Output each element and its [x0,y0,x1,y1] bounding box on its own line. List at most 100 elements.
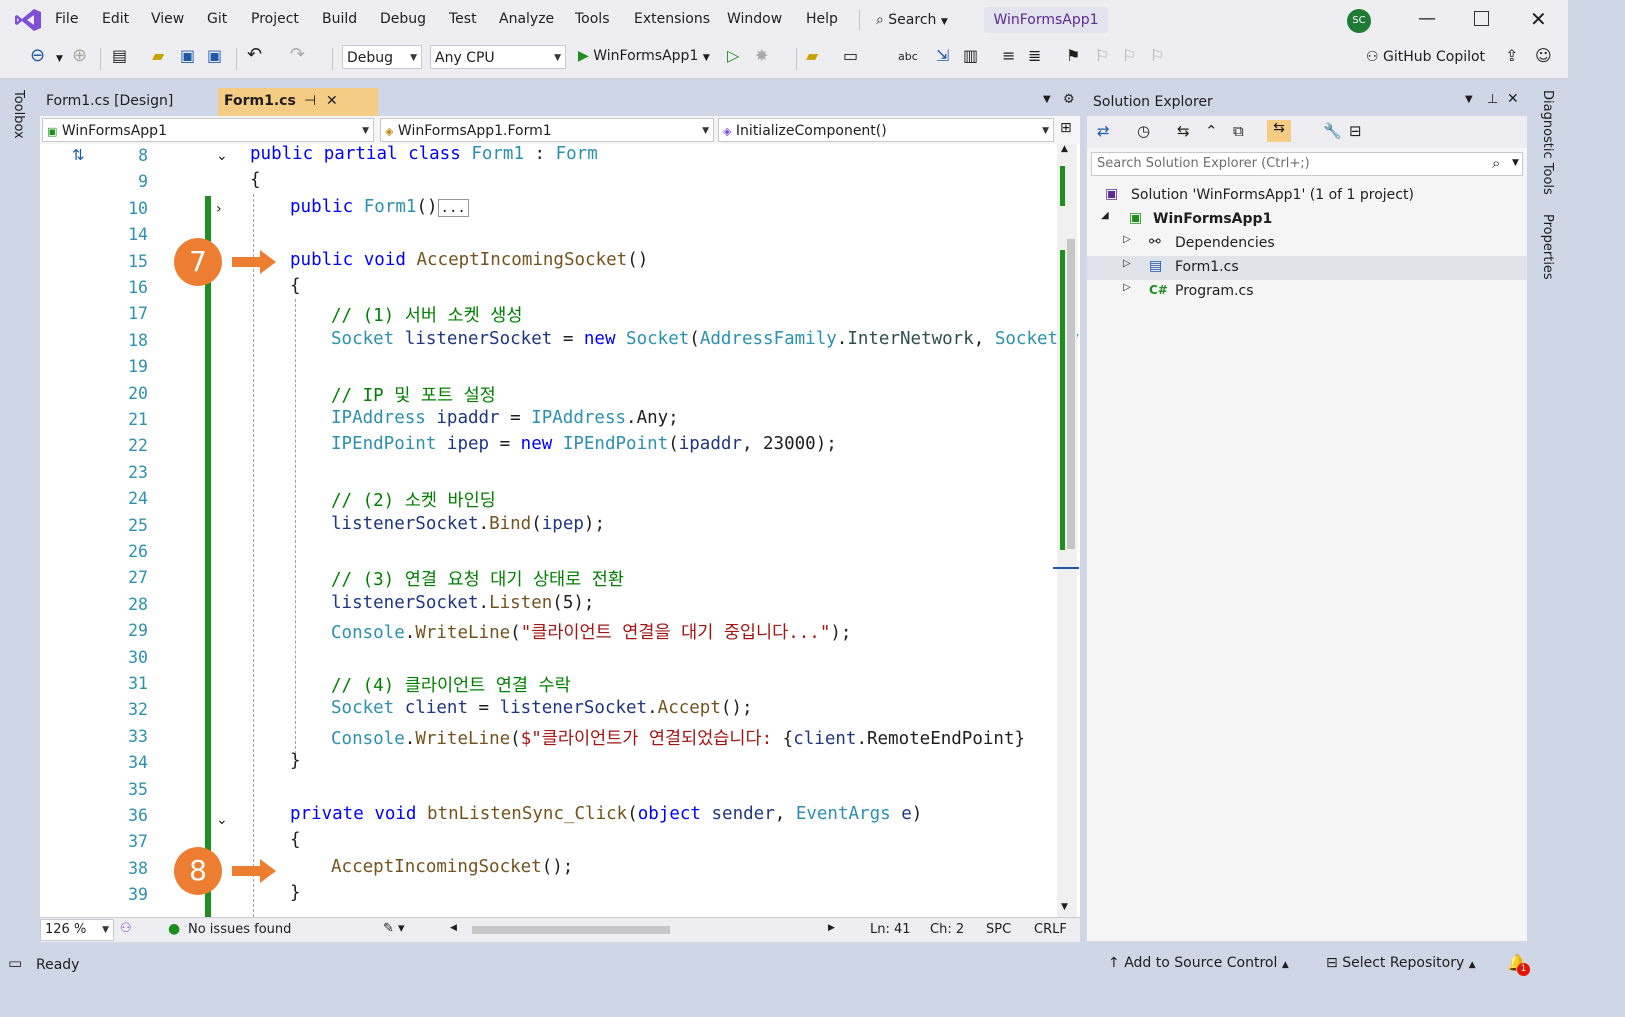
notifications-button[interactable]: 🔔 1 [1507,953,1530,976]
scroll-thumb[interactable] [1067,239,1075,549]
start-without-debugging-icon[interactable]: ▷ [727,46,739,65]
settings-gear-icon[interactable]: ⚙ [1063,92,1075,107]
menu-analyze[interactable]: Analyze [499,11,554,27]
line-indicator[interactable]: Ln: 41 [870,922,911,937]
menu-extensions[interactable]: Extensions [634,11,710,27]
menu-project[interactable]: Project [251,11,299,27]
folder-icon[interactable]: ▰ [806,46,818,65]
menu-debug[interactable]: Debug [380,11,426,27]
minimize-button[interactable]: — [1418,8,1436,29]
platform-dropdown[interactable]: Any CPU ▼ [430,45,566,69]
output-icon[interactable]: ▭ [8,954,22,972]
scroll-left-icon[interactable]: ◀ [450,923,457,933]
next-bookmark-icon[interactable]: ⚐ [1122,46,1136,65]
tab-form1-design[interactable]: Form1.cs [Design] [40,88,216,116]
sync-icon[interactable]: ⇆ [1177,122,1190,140]
pending-changes-icon[interactable]: ◷ [1137,122,1150,140]
tree-item-form1[interactable]: ▷ ▤ Form1.cs [1087,256,1527,280]
tree-item-project[interactable]: ◢ ▣ WinFormsApp1 [1087,208,1527,232]
menu-window[interactable]: Window [727,11,782,27]
pin-icon[interactable]: ⊥ [1487,92,1498,107]
collapse-icon[interactable]: ⌄ [216,148,228,164]
code-editor[interactable]: ⇅ ⌄ › ⌄ 8 public partial class Form1 : Fo… [40,144,1080,917]
solution-search-input[interactable]: Search Solution Explorer (Ctrl+;) ⌕ ▼ [1091,152,1523,176]
zoom-dropdown[interactable]: 126 % ▼ [40,919,114,941]
collapsed-arrow-icon[interactable]: ▷ [1123,258,1131,269]
forward-icon[interactable]: ⊕ [72,45,87,66]
expand-icon[interactable]: › [216,201,222,217]
chevron-down-icon[interactable]: ▼ [56,54,63,64]
tab-form1-cs[interactable]: Form1.cs ⊣ ✕ [218,88,378,116]
layout-icon[interactable]: ▭ [843,46,858,65]
bookmark-icon[interactable]: ⚑ [1066,46,1080,65]
chevron-down-icon[interactable]: ▼ [1465,94,1473,105]
new-item-icon[interactable]: ▤ [112,46,127,65]
close-tab-icon[interactable]: ✕ [326,88,338,114]
search-icon[interactable]: ⌕ [1492,154,1500,172]
code-cleanup-icon[interactable]: ✎ ▾ [383,921,405,936]
clear-bookmarks-icon[interactable]: ⚐ [1150,46,1164,65]
search-button[interactable]: ⌕ Search ▼ [876,8,948,32]
vertical-scrollbar[interactable]: ▲ ▼ [1053,144,1079,917]
save-icon[interactable]: ▣ [180,46,195,65]
tree-item-dependencies[interactable]: ▷ ⚯ Dependencies [1087,232,1527,256]
class-dropdown[interactable]: ◈ WinFormsApp1.Form1 ▼ [380,118,714,142]
track-active-icon[interactable]: ⇆ [1267,120,1291,142]
tree-item-solution[interactable]: ▣ Solution 'WinFormsApp1' (1 of 1 projec… [1087,184,1527,208]
diagnostic-tools-tab[interactable]: Diagnostic Tools [1540,90,1555,195]
maximize-button[interactable] [1474,11,1489,26]
collapse-icon[interactable]: ⌄ [216,812,228,828]
hot-reload-icon[interactable]: ✸ [755,46,768,65]
close-icon[interactable]: ✕ [1507,91,1519,107]
menu-edit[interactable]: Edit [102,11,129,27]
menu-help[interactable]: Help [806,11,838,27]
switch-views-icon[interactable]: ⇄ [1097,122,1110,140]
menu-test[interactable]: Test [449,11,477,27]
collapse-all-icon[interactable]: ⌃ [1205,122,1218,140]
select-repository-button[interactable]: ⊟ Select Repository ▲ [1326,955,1476,971]
chevron-up-icon[interactable]: ▲ [1061,144,1068,154]
redo-icon[interactable]: ↷ [290,44,305,65]
properties-wrench-icon[interactable]: 🔧 [1323,122,1342,140]
tree-item-program[interactable]: ▷ C# Program.cs [1087,280,1527,304]
close-window-button[interactable]: ✕ [1530,7,1547,31]
github-copilot-button[interactable]: ⚇ GitHub Copilot [1366,49,1485,65]
collapsed-arrow-icon[interactable]: ▷ [1123,234,1131,245]
column-indicator[interactable]: Ch: 2 [930,922,964,937]
collapsed-arrow-icon[interactable]: ▷ [1123,282,1131,293]
expanded-arrow-icon[interactable]: ◢ [1101,210,1109,221]
codelens-icon[interactable]: ⇅ [72,146,85,164]
start-debugging-button[interactable]: ▶ WinFormsApp1 ▼ [578,48,710,64]
preview-icon[interactable]: ⊟ [1349,122,1362,140]
save-all-icon[interactable]: ▣ [207,46,222,65]
spell-check-icon[interactable]: abc [898,50,918,63]
issues-status[interactable]: No issues found [188,922,291,937]
horizontal-scroll-thumb[interactable] [472,926,670,934]
back-icon[interactable]: ⊖ [30,45,45,66]
menu-file[interactable]: File [55,11,78,27]
prev-bookmark-icon[interactable]: ⚐ [1095,46,1109,65]
step-icon[interactable]: ⇲ [936,46,949,65]
chevron-down-icon[interactable]: ▼ [1061,902,1068,912]
chevron-down-icon[interactable]: ▼ [1512,158,1519,168]
split-icon[interactable]: ⊞ [1060,120,1072,136]
tab-list-icon[interactable]: ▼ [1043,94,1051,105]
outdent-icon[interactable]: ≡ [1002,46,1015,65]
scroll-right-icon[interactable]: ▶ [828,923,835,933]
whitespace-indicator[interactable]: SPC [986,922,1011,937]
clipboard-icon[interactable]: ▥ [963,46,978,65]
menu-build[interactable]: Build [322,11,357,27]
menu-tools[interactable]: Tools [575,11,610,27]
open-folder-icon[interactable]: ▰ [152,46,164,65]
project-dropdown[interactable]: ▣ WinFormsApp1 ▼ [42,118,374,142]
show-all-files-icon[interactable]: ⧉ [1233,122,1244,140]
undo-icon[interactable]: ↶ [247,44,262,65]
add-to-source-control-button[interactable]: ↑ Add to Source Control ▲ [1108,955,1289,971]
menu-git[interactable]: Git [207,11,227,27]
properties-tab[interactable]: Properties [1540,214,1555,280]
indent-icon[interactable]: ≣ [1028,46,1041,65]
menu-view[interactable]: View [151,11,184,27]
toolbox-tab[interactable]: Toolbox [11,90,26,139]
copilot-status-icon[interactable]: ⚇ [120,921,132,936]
line-ending-indicator[interactable]: CRLF [1034,922,1067,937]
